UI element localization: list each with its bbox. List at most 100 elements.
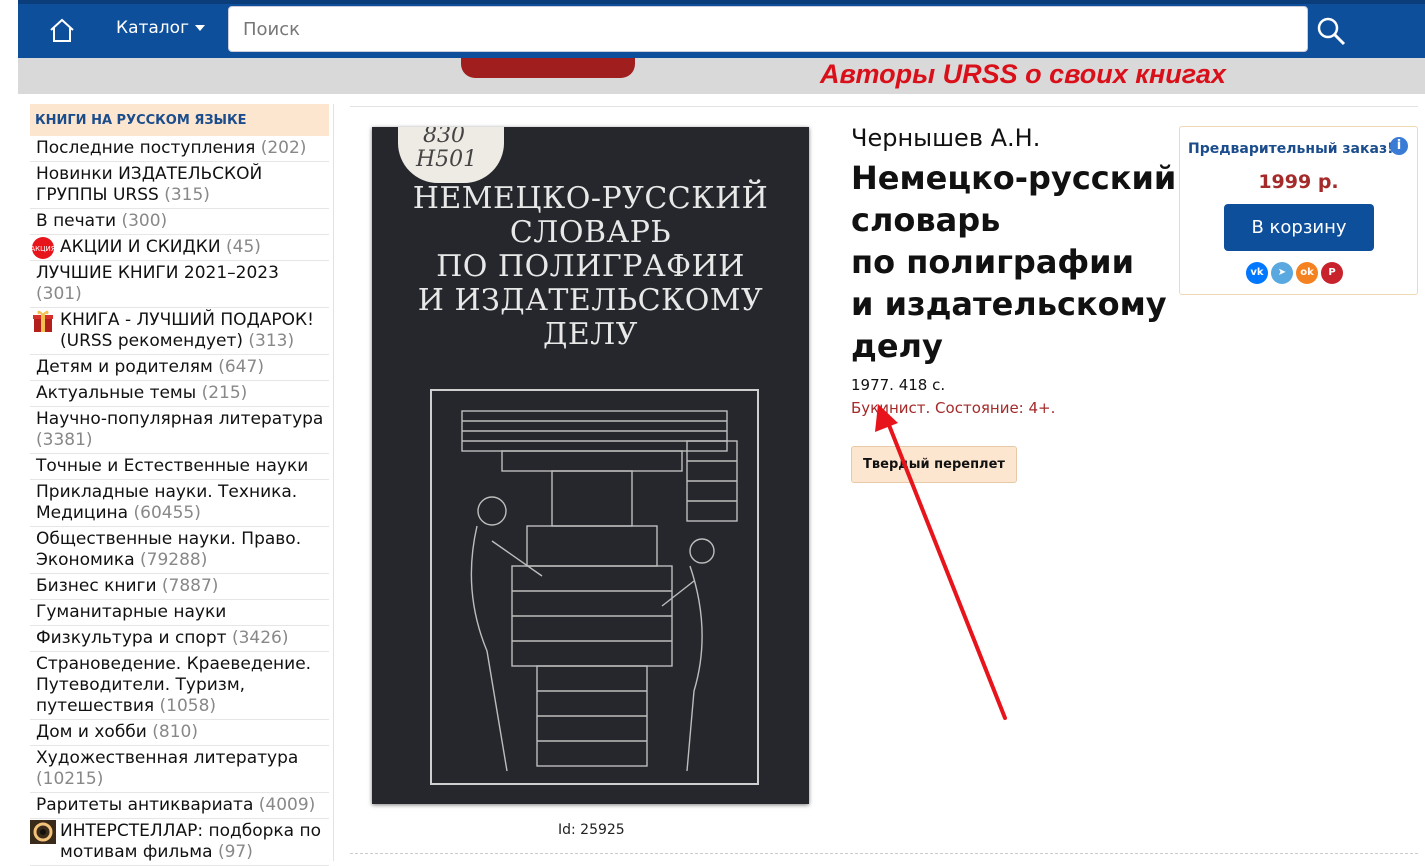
banner-text: Авторы URSS о своих книгах: [820, 59, 1226, 89]
cover-title-line: ДЕЛУ: [542, 317, 638, 352]
sidebar-item[interactable]: Актуальные темы (215): [30, 381, 329, 407]
sidebar-item[interactable]: Дом и хобби (810): [30, 720, 329, 746]
sidebar-item-count: (300): [121, 211, 168, 231]
sidebar-item[interactable]: ИНТЕРСТЕЛЛАР: подборка по мотивам фильма…: [30, 819, 329, 866]
sidebar-item-count: (647): [218, 357, 264, 377]
sidebar-item[interactable]: Общественные науки. Право. Экономика (79…: [30, 527, 329, 574]
sidebar: КНИГИ НА РУССКОМ ЯЗЫКЕ Последние поступл…: [30, 104, 329, 866]
cover-title: НЕМЕЦКО-РУССКИЙ СЛОВАРЬ ПО ПОЛИГРАФИИ И …: [372, 182, 809, 352]
sidebar-item-label: ЛУЧШИЕ КНИГИ 2021–2023: [36, 263, 279, 283]
sidebar-item-count: (3381): [36, 430, 93, 450]
sidebar-item-label: В печати: [36, 211, 117, 231]
sidebar-item-label: Художественная литература: [36, 748, 299, 768]
pinterest-icon[interactable]: P: [1321, 262, 1343, 284]
sidebar-item[interactable]: В печати (300): [30, 209, 329, 235]
top-stripe: [18, 0, 1425, 4]
sidebar-item[interactable]: Новинки ИЗДАТЕЛЬСКОЙ ГРУППЫ URSS (315): [30, 162, 329, 209]
sidebar-item-label: Бизнес книги: [36, 576, 157, 596]
sidebar-item[interactable]: Гуманитарные науки: [30, 600, 329, 626]
sidebar-item[interactable]: АКЦИЯ АКЦИИ И СКИДКИ (45): [30, 235, 329, 261]
sidebar-item-count: (7887): [161, 576, 219, 596]
sidebar-item-label: Научно-популярная литература: [36, 409, 324, 429]
sidebar-item-label: Раритеты антиквариата: [36, 795, 254, 815]
book-year-pages: 1977. 418 с.: [851, 376, 946, 394]
book-condition: Букинист. Состояние: 4+.: [851, 399, 1056, 417]
search-input[interactable]: [228, 6, 1308, 52]
book-author[interactable]: Чернышев А.Н.: [851, 124, 1040, 152]
sidebar-item-count: (215): [201, 383, 248, 403]
book-id: Id: 25925: [558, 822, 625, 838]
sidebar-item[interactable]: Бизнес книги (7887): [30, 574, 329, 600]
cover-title-line: ПО ПОЛИГРАФИИ: [436, 249, 745, 284]
sidebar-item-label: АКЦИИ И СКИДКИ: [60, 237, 221, 257]
vk-icon[interactable]: vk: [1246, 262, 1268, 284]
sidebar-item-label: ИНТЕРСТЕЛЛАР: подборка по мотивам фильма: [60, 821, 322, 862]
interstellar-icon: [30, 820, 56, 844]
sidebar-item-count: (79288): [140, 550, 208, 570]
odnoklassniki-icon[interactable]: ok: [1296, 262, 1318, 284]
sidebar-item-count: (4009): [258, 795, 316, 815]
library-sticker: 830 Н501: [398, 127, 504, 183]
sidebar-item-count: (3426): [231, 628, 289, 648]
gift-icon: [30, 309, 56, 333]
sidebar-item-count: (1058): [159, 696, 217, 716]
sidebar-item-label: Гуманитарные науки: [36, 602, 227, 622]
cover-engraving-illustration: [430, 389, 759, 785]
telegram-icon[interactable]: ➤: [1271, 262, 1293, 284]
book-price: 1999 р.: [1258, 171, 1339, 193]
sidebar-item-count: (10215): [36, 769, 104, 789]
sidebar-item-label: Актуальные темы: [36, 383, 197, 403]
sidebar-item-count: (301): [36, 284, 82, 304]
catalog-label: Каталог: [116, 18, 190, 38]
binding-button[interactable]: Твердый переплет: [851, 446, 1017, 483]
home-icon[interactable]: [48, 16, 76, 44]
sidebar-item-label: Последние поступления: [36, 138, 256, 158]
bottom-divider: [350, 853, 1418, 854]
sidebar-item-count: (313): [248, 331, 295, 351]
sticker-line-2: Н501: [416, 147, 478, 172]
sale-badge-icon: АКЦИЯ: [30, 236, 56, 260]
book-title: Немецко-русский словарь по полиграфии и …: [851, 157, 1181, 367]
sidebar-item-count: (97): [217, 842, 253, 862]
chevron-down-icon: [195, 25, 206, 31]
sidebar-item[interactable]: Физкультура и спорт (3426): [30, 626, 329, 652]
top-navigation-bar: Каталог: [18, 0, 1425, 58]
sidebar-item[interactable]: ЛУЧШИЕ КНИГИ 2021–2023 (301): [30, 261, 329, 308]
sidebar-heading: КНИГИ НА РУССКОМ ЯЗЫКЕ: [30, 104, 329, 136]
sidebar-item[interactable]: Раритеты антиквариата (4009): [30, 793, 329, 819]
sidebar-item-label: Физкультура и спорт: [36, 628, 227, 648]
add-to-cart-button[interactable]: В корзину: [1224, 204, 1374, 251]
sidebar-item[interactable]: Последние поступления (202): [30, 136, 329, 162]
svg-text:АКЦИЯ: АКЦИЯ: [30, 245, 55, 253]
sidebar-item[interactable]: Точные и Естественные науки: [30, 454, 329, 480]
sidebar-item-label: Детям и родителям: [36, 357, 213, 377]
info-icon[interactable]: i: [1390, 137, 1408, 155]
sidebar-divider: [333, 104, 334, 861]
sidebar-category-list: Последние поступления (202) Новинки ИЗДАТ…: [30, 136, 329, 866]
sticker-line-1: 830: [423, 127, 465, 148]
sidebar-item-label: Точные и Естественные науки: [36, 456, 309, 476]
content-divider: [350, 106, 1418, 107]
sidebar-item-count: (60455): [133, 503, 201, 523]
sidebar-item[interactable]: Научно-популярная литература (3381): [30, 407, 329, 454]
sidebar-item[interactable]: Художественная литература (10215): [30, 746, 329, 793]
cover-title-line: НЕМЕЦКО-РУССКИЙ: [412, 181, 769, 216]
promo-banner[interactable]: Авторы URSS о своих книгах: [18, 58, 1425, 94]
book-title-line: и издательскому: [851, 285, 1167, 323]
cover-title-line: И ИЗДАТЕЛЬСКОМУ: [417, 283, 764, 318]
sidebar-item[interactable]: Прикладные науки. Техника. Медицина (604…: [30, 480, 329, 527]
cover-title-line: СЛОВАРЬ: [509, 215, 672, 250]
sidebar-item[interactable]: КНИГА - ЛУЧШИЙ ПОДАРОК! (URSS рекомендуе…: [30, 308, 329, 355]
book-title-line: по полиграфии: [851, 243, 1134, 281]
sidebar-item-count: (810): [152, 722, 198, 742]
catalog-menu[interactable]: Каталог: [116, 18, 206, 38]
book-cover-image[interactable]: 830 Н501 НЕМЕЦКО-РУССКИЙ СЛОВАРЬ ПО ПОЛИ…: [372, 127, 809, 804]
sidebar-item-label: Дом и хобби: [36, 722, 147, 742]
social-share-icons: vk ➤ ok P: [1246, 260, 1346, 284]
sidebar-item-count: (202): [260, 138, 307, 158]
search-icon[interactable]: [1316, 16, 1346, 46]
sidebar-item[interactable]: Детям и родителям (647): [30, 355, 329, 381]
preorder-label: Предварительный заказ!: [1188, 141, 1394, 157]
sidebar-item[interactable]: Страноведение. Краеведение. Путеводители…: [30, 652, 329, 720]
book-title-line: делу: [851, 327, 943, 365]
